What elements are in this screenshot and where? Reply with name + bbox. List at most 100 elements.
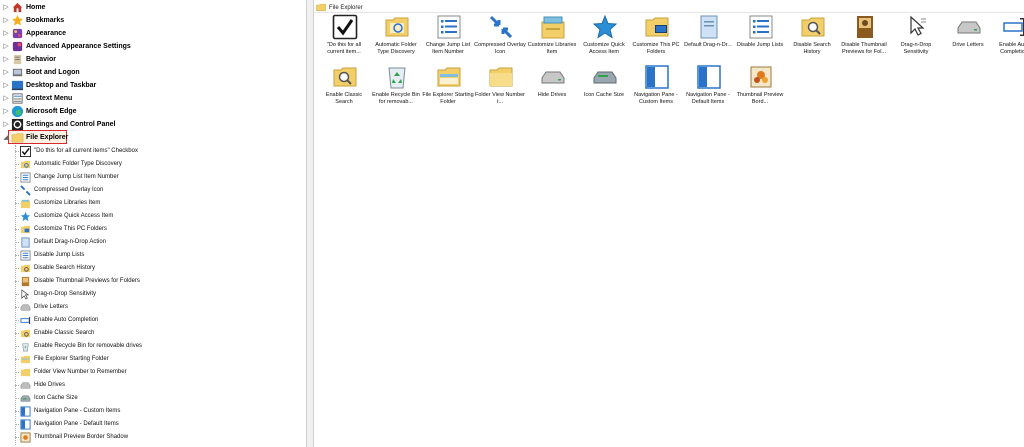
item-thumbnail-preview-border-shadow[interactable]: Thumbnail Preview Bord...: [736, 64, 784, 116]
item-disable-search-history[interactable]: Disable Search History: [788, 14, 836, 66]
tree-guide-line: [15, 411, 19, 412]
expand-arrow-icon[interactable]: ▷: [2, 55, 10, 63]
library-icon: [20, 199, 31, 209]
item-navigation-pane-default-items[interactable]: Navigation Pane - Default Items: [684, 64, 732, 116]
folder-icon: [11, 133, 24, 143]
tree-child-thumbnail-preview-border-shadow[interactable]: Thumbnail Preview Border Shadow: [0, 430, 300, 445]
folder-search-icon: [20, 160, 31, 169]
tree-guide-line: [15, 281, 19, 282]
checkbox-checked-icon: [332, 14, 358, 40]
tree-guide-line: [15, 294, 19, 295]
thumbnail-folder-icon: [857, 16, 873, 38]
tree-guide-line: [15, 268, 19, 269]
item-folder-view-number-to-remember[interactable]: Folder View Number t...: [474, 64, 526, 116]
item-caption: File Explorer Starting Folder: [422, 92, 474, 105]
item-customize-this-pc-folders[interactable]: Customize This PC Folders: [632, 14, 680, 66]
expand-arrow-icon[interactable]: ▷: [2, 81, 10, 89]
cache-drive-icon: [20, 395, 31, 402]
expand-arrow-icon[interactable]: ▷: [2, 120, 10, 128]
item-caption: Default Drag-n-Dr...: [684, 42, 732, 48]
item-caption: Drive Letters: [952, 42, 984, 48]
explorer-folder-icon: [20, 355, 31, 364]
library-icon: [541, 16, 565, 39]
recycle-bin-icon: [388, 67, 406, 89]
thumbnail-image-icon: [750, 66, 772, 88]
header-divider: [314, 12, 1024, 13]
tree-guide-line: [15, 320, 19, 321]
item-hide-drives[interactable]: Hide Drives: [528, 64, 576, 116]
folder-search-icon: [385, 17, 409, 37]
tree-guide-line: [15, 216, 19, 217]
tree-guide-line: [15, 385, 19, 386]
tree-item-file-explorer[interactable]: ◢ File Explorer: [0, 130, 300, 145]
compress-arrows-icon: [489, 15, 513, 39]
tree-guide-line: [15, 359, 19, 360]
item-caption: Compressed Overlay Icon: [474, 42, 526, 55]
navigation-pane-icon: [697, 65, 721, 89]
item-customize-quick-access-item[interactable]: Customize Quick Access Item: [580, 14, 628, 66]
folder-search-icon: [20, 264, 31, 273]
tree-guide-line: [15, 242, 19, 243]
pane-splitter[interactable]: [306, 0, 314, 447]
folder-search-icon: [801, 17, 825, 37]
tree-guide-line: [15, 203, 19, 204]
item-icon-cache-size[interactable]: Icon Cache Size: [580, 64, 628, 116]
item-disable-jump-lists[interactable]: Disable Jump Lists: [736, 14, 784, 66]
item-caption: Folder View Number t...: [474, 92, 526, 105]
item-caption: Customize This PC Folders: [632, 42, 680, 55]
item-navigation-pane-custom-items[interactable]: Navigation Pane - Custom Items: [632, 64, 680, 116]
checkbox-checked-icon: [20, 146, 31, 157]
item-compressed-overlay-icon[interactable]: Compressed Overlay Icon: [474, 14, 526, 66]
item-caption: Change Jump List Item Number: [425, 42, 471, 55]
item-automatic-folder-type-discovery[interactable]: Automatic Folder Type Discovery: [372, 14, 420, 66]
tree-guide-line: [15, 177, 19, 178]
document-icon: [700, 15, 718, 39]
tree-guide-line: [15, 151, 19, 152]
item-disable-thumbnail-previews-for-folders[interactable]: Disable Thumbnail Previews for Fol...: [840, 14, 888, 66]
expand-arrow-icon[interactable]: ▷: [2, 42, 10, 50]
item-caption: Navigation Pane - Default Items: [686, 92, 730, 105]
item-enable-classic-search[interactable]: Enable Classic Search: [320, 64, 368, 116]
quick-access-star-icon: [20, 211, 31, 222]
item-caption: Navigation Pane - Custom Items: [634, 92, 678, 105]
navigation-pane-icon: [20, 419, 31, 430]
pc-folder-icon: [645, 17, 669, 37]
item-caption: Disable Thumbnail Previews for Fol...: [841, 42, 887, 55]
item-caption: Automatic Folder Type Discovery: [375, 42, 417, 55]
item-do-this-for-all[interactable]: "Do this for all current item...: [320, 14, 368, 66]
content-header-title: File Explorer: [329, 4, 363, 11]
expand-arrow-icon[interactable]: ▷: [2, 3, 10, 11]
item-default-drag-n-drop-action[interactable]: Default Drag-n-Dr...: [684, 14, 732, 66]
pc-folder-icon: [20, 225, 31, 234]
collapse-arrow-icon[interactable]: ◢: [2, 133, 10, 141]
item-drive-letters[interactable]: Drive Letters: [944, 14, 992, 66]
item-caption: Thumbnail Preview Bord...: [736, 92, 784, 105]
item-caption: Disable Jump Lists: [736, 42, 784, 48]
item-file-explorer-starting-folder[interactable]: File Explorer Starting Folder: [422, 64, 474, 116]
expand-arrow-icon[interactable]: ▷: [2, 107, 10, 115]
content-pane: File Explorer "Do this for all current i…: [314, 0, 1024, 447]
item-enable-recycle-bin-for-removable[interactable]: Enable Recycle Bin for removab...: [372, 64, 420, 116]
item-caption: Hide Drives: [537, 92, 567, 98]
item-enable-auto-completion[interactable]: Enable Auto Completion: [990, 14, 1024, 66]
expand-arrow-icon[interactable]: ▷: [2, 68, 10, 76]
item-change-jump-list-item-number[interactable]: Change Jump List Item Number: [424, 14, 472, 66]
tree-guide-line: [15, 437, 19, 438]
expand-arrow-icon[interactable]: ▷: [2, 94, 10, 102]
folder-icon: [489, 67, 513, 87]
item-caption: Customize Quick Access Item: [583, 42, 625, 55]
tree-guide-line: [15, 229, 19, 230]
item-customize-libraries-item[interactable]: Customize Libraries Item: [528, 14, 576, 66]
tree-guide-line: [15, 255, 19, 256]
item-drag-n-drop-sensitivity[interactable]: Drag-n-Drop Sensitivity: [892, 14, 940, 66]
item-caption: Enable Auto Completion: [999, 42, 1024, 55]
expand-arrow-icon[interactable]: ▷: [2, 16, 10, 24]
expand-arrow-icon[interactable]: ▷: [2, 29, 10, 37]
tree-guide-line: [15, 346, 19, 347]
item-caption: Drag-n-Drop Sensitivity: [900, 42, 932, 55]
folder-search-icon: [20, 329, 31, 338]
item-caption: Customize Libraries Item: [527, 42, 577, 55]
navigation-pane-icon: [20, 406, 31, 417]
item-caption: Icon Cache Size: [583, 92, 625, 98]
tree-guide-line: [15, 333, 19, 334]
